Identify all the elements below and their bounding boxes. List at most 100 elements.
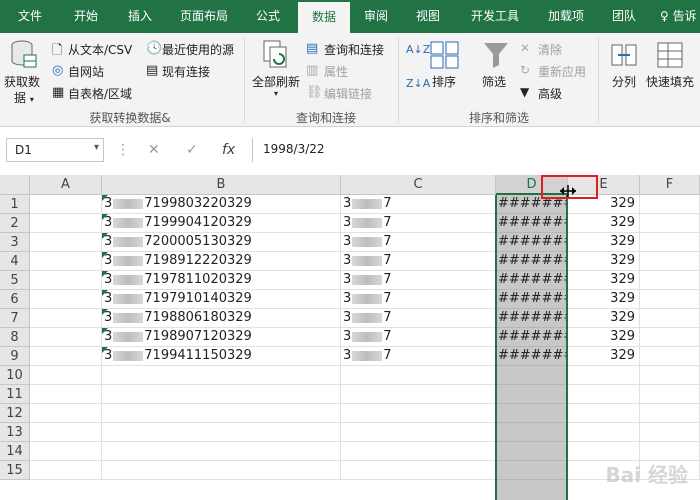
cell-e6[interactable]: 329 [568,290,640,309]
cell-e8[interactable]: 329 [568,328,640,347]
cell-e5[interactable]: 329 [568,271,640,290]
filter-button[interactable]: 筛选 [482,73,506,90]
row-header[interactable]: 10 [0,366,30,385]
cell-c5[interactable]: 37 [341,271,496,290]
tab-home[interactable]: 开始 [62,0,110,33]
reapply-button[interactable]: 重新应用 [538,63,586,80]
cell-a14[interactable] [30,442,102,461]
clear-filter-button[interactable]: 清除 [538,41,562,58]
cell-b6[interactable]: 3 7197910140329 [102,290,341,309]
cell-a15[interactable] [30,461,102,480]
from-table-button[interactable]: 自表格/区域 [68,85,132,102]
row-header[interactable]: 6 [0,290,30,309]
tab-review[interactable]: 审阅 [354,0,398,33]
select-all-corner[interactable] [0,175,30,195]
get-data-button[interactable]: 获取数 [4,73,40,90]
cell-e4[interactable]: 329 [568,252,640,271]
cell-b5[interactable]: 3 7197811020329 [102,271,341,290]
properties-button[interactable]: 属性 [324,63,348,80]
tab-view[interactable]: 视图 [406,0,450,33]
tab-formulas[interactable]: 公式 [244,0,292,33]
cell-a13[interactable] [30,423,102,442]
tab-add-ins[interactable]: 加载项 [538,0,594,33]
cell-c11[interactable] [341,385,496,404]
cell-a10[interactable] [30,366,102,385]
cell-b13[interactable] [102,423,341,442]
tab-file[interactable]: 文件 [6,0,54,33]
cell-a1[interactable] [30,195,102,214]
refresh-all-button[interactable]: 全部刷新 [252,73,300,90]
row-header[interactable]: 3 [0,233,30,252]
cell-a4[interactable] [30,252,102,271]
cell-f10[interactable] [640,366,700,385]
cell-f7[interactable] [640,309,700,328]
sort-ascending-icon[interactable]: A↓Z [406,43,430,56]
cell-b9[interactable]: 3 7199411150329 [102,347,341,366]
cell-b11[interactable] [102,385,341,404]
cell-b8[interactable]: 3 7198907120329 [102,328,341,347]
row-header[interactable]: 12 [0,404,30,423]
row-header[interactable]: 9 [0,347,30,366]
cell-c14[interactable] [341,442,496,461]
cell-b15[interactable] [102,461,341,480]
sort-button[interactable]: 排序 [432,73,456,90]
row-header[interactable]: 1 [0,195,30,214]
cell-c6[interactable]: 37 [341,290,496,309]
cell-a8[interactable] [30,328,102,347]
cell-b12[interactable] [102,404,341,423]
tell-me-search[interactable]: ♀ 告诉 [660,0,700,33]
cell-a5[interactable] [30,271,102,290]
cell-e2[interactable]: 329 [568,214,640,233]
from-text-csv-button[interactable]: 从文本/CSV [68,41,132,58]
column-header-b[interactable]: B [102,175,341,195]
cell-f5[interactable] [640,271,700,290]
cell-c15[interactable] [341,461,496,480]
cell-b7[interactable]: 3 7198806180329 [102,309,341,328]
name-box[interactable]: D1 ▾ [6,138,104,162]
existing-connections-button[interactable]: 现有连接 [162,63,210,80]
cell-b1[interactable]: 3 7199803220329 [102,195,341,214]
cell-f1[interactable] [640,195,700,214]
insert-function-icon[interactable]: fx [222,142,235,158]
row-header[interactable]: 8 [0,328,30,347]
cell-b14[interactable] [102,442,341,461]
text-to-columns-button[interactable]: 分列 [612,73,636,90]
advanced-filter-button[interactable]: 高级 [538,85,562,102]
tab-developer[interactable]: 开发工具 [460,0,530,33]
cell-c3[interactable]: 37 [341,233,496,252]
row-header[interactable]: 7 [0,309,30,328]
cell-f9[interactable] [640,347,700,366]
cell-c8[interactable]: 37 [341,328,496,347]
recent-sources-button[interactable]: 最近使用的源 [162,41,234,58]
column-header-f[interactable]: F [640,175,700,195]
row-header[interactable]: 4 [0,252,30,271]
cell-c1[interactable]: 37 [341,195,496,214]
cell-a6[interactable] [30,290,102,309]
row-header[interactable]: 2 [0,214,30,233]
cell-e3[interactable]: 329 [568,233,640,252]
row-header[interactable]: 13 [0,423,30,442]
cell-e12[interactable] [568,404,640,423]
cell-c2[interactable]: 37 [341,214,496,233]
cell-a12[interactable] [30,404,102,423]
cell-f3[interactable] [640,233,700,252]
cell-e13[interactable] [568,423,640,442]
cell-f2[interactable] [640,214,700,233]
from-web-button[interactable]: 自网站 [68,63,104,80]
chevron-down-icon[interactable]: ▾ [94,142,99,153]
cell-e7[interactable]: 329 [568,309,640,328]
formula-input[interactable]: 1998/3/22 [252,138,700,162]
cell-b4[interactable]: 3 7198912220329 [102,252,341,271]
queries-connections-button[interactable]: 查询和连接 [324,41,384,58]
enter-icon[interactable]: ✓ [186,142,198,158]
cell-f13[interactable] [640,423,700,442]
row-header[interactable]: 15 [0,461,30,480]
cell-c13[interactable] [341,423,496,442]
cell-f11[interactable] [640,385,700,404]
cell-a3[interactable] [30,233,102,252]
column-header-c[interactable]: C [341,175,496,195]
row-header[interactable]: 5 [0,271,30,290]
cell-c4[interactable]: 37 [341,252,496,271]
tab-data[interactable]: 数据 [298,2,350,33]
column-header-a[interactable]: A [30,175,102,195]
